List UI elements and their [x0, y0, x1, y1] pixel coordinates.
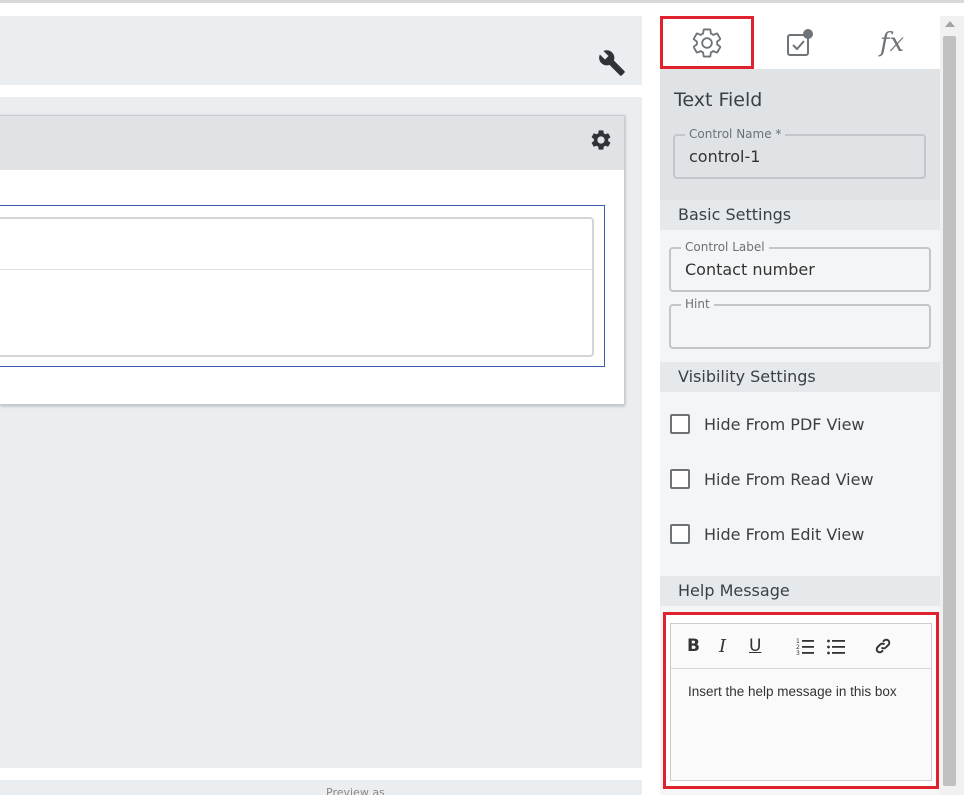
- form-section-card: [0, 115, 625, 405]
- wrench-icon[interactable]: [598, 49, 626, 77]
- scrollbar-thumb[interactable]: [943, 36, 956, 786]
- field-divider: [0, 269, 592, 270]
- text-field-control[interactable]: [0, 217, 594, 357]
- top-border: [0, 0, 964, 3]
- help-message-header: Help Message: [660, 576, 940, 606]
- control-type-title: Text Field: [674, 89, 763, 111]
- hide-from-read-label[interactable]: Hide From Read View: [704, 470, 874, 489]
- hint-field[interactable]: Hint: [669, 297, 931, 349]
- italic-button[interactable]: I: [719, 635, 726, 657]
- hide-from-edit-label[interactable]: Hide From Edit View: [704, 525, 864, 544]
- gear-icon[interactable]: [589, 128, 613, 152]
- control-name-value: control-1: [689, 147, 761, 166]
- selected-control-outline[interactable]: [0, 205, 605, 367]
- visibility-settings-title: Visibility Settings: [678, 367, 816, 386]
- gear-icon: [692, 27, 722, 58]
- control-header: Text Field Control Name * control-1: [660, 69, 940, 200]
- form-canvas: [0, 16, 642, 768]
- help-message-title: Help Message: [678, 581, 790, 600]
- preview-bar: Preview as: [0, 780, 642, 795]
- control-name-label: Control Name *: [685, 127, 786, 141]
- hide-from-read-option[interactable]: Hide From Read View: [670, 467, 874, 491]
- control-label-field[interactable]: Control Label Contact number: [669, 240, 931, 292]
- hide-from-edit-option[interactable]: Hide From Edit View: [670, 522, 864, 546]
- help-message-editor[interactable]: B I U 1 2 3 Insert the help message in t…: [670, 623, 932, 781]
- tab-rules[interactable]: [754, 16, 846, 69]
- underline-button[interactable]: U: [749, 635, 761, 657]
- preview-label[interactable]: Preview as: [326, 786, 385, 795]
- basic-settings-title: Basic Settings: [678, 205, 792, 224]
- hide-from-pdf-label[interactable]: Hide From PDF View: [704, 415, 865, 434]
- svg-text:3: 3: [796, 650, 800, 657]
- control-label-label: Control Label: [681, 240, 769, 254]
- bullet-list-icon[interactable]: [826, 635, 846, 657]
- section-header[interactable]: [0, 116, 624, 170]
- help-message-highlight: B I U 1 2 3 Insert the help message in t…: [663, 612, 939, 789]
- canvas-header: [0, 16, 642, 85]
- panel-tabs: fx: [660, 16, 940, 69]
- control-label-value: Contact number: [685, 260, 815, 279]
- link-icon[interactable]: [874, 635, 892, 657]
- help-message-text[interactable]: Insert the help message in this box: [688, 684, 897, 699]
- ordered-list-icon[interactable]: 1 2 3: [795, 635, 815, 657]
- tab-formula[interactable]: fx: [846, 16, 938, 69]
- tab-settings[interactable]: [660, 16, 754, 69]
- control-name-field[interactable]: Control Name * control-1: [673, 127, 926, 179]
- bold-button[interactable]: B: [687, 635, 700, 657]
- basic-settings-header: Basic Settings: [660, 200, 940, 230]
- visibility-settings-header: Visibility Settings: [660, 362, 940, 392]
- hide-from-read-checkbox[interactable]: [670, 469, 690, 489]
- hide-from-pdf-checkbox[interactable]: [670, 414, 690, 434]
- hide-from-edit-checkbox[interactable]: [670, 524, 690, 544]
- canvas-body: [0, 97, 642, 768]
- checkbox-badge-icon: [787, 28, 813, 56]
- hide-from-pdf-option[interactable]: Hide From PDF View: [670, 412, 865, 436]
- editor-toolbar: B I U 1 2 3: [671, 624, 931, 669]
- scroll-up-arrow[interactable]: [945, 21, 955, 27]
- hint-label: Hint: [681, 297, 714, 311]
